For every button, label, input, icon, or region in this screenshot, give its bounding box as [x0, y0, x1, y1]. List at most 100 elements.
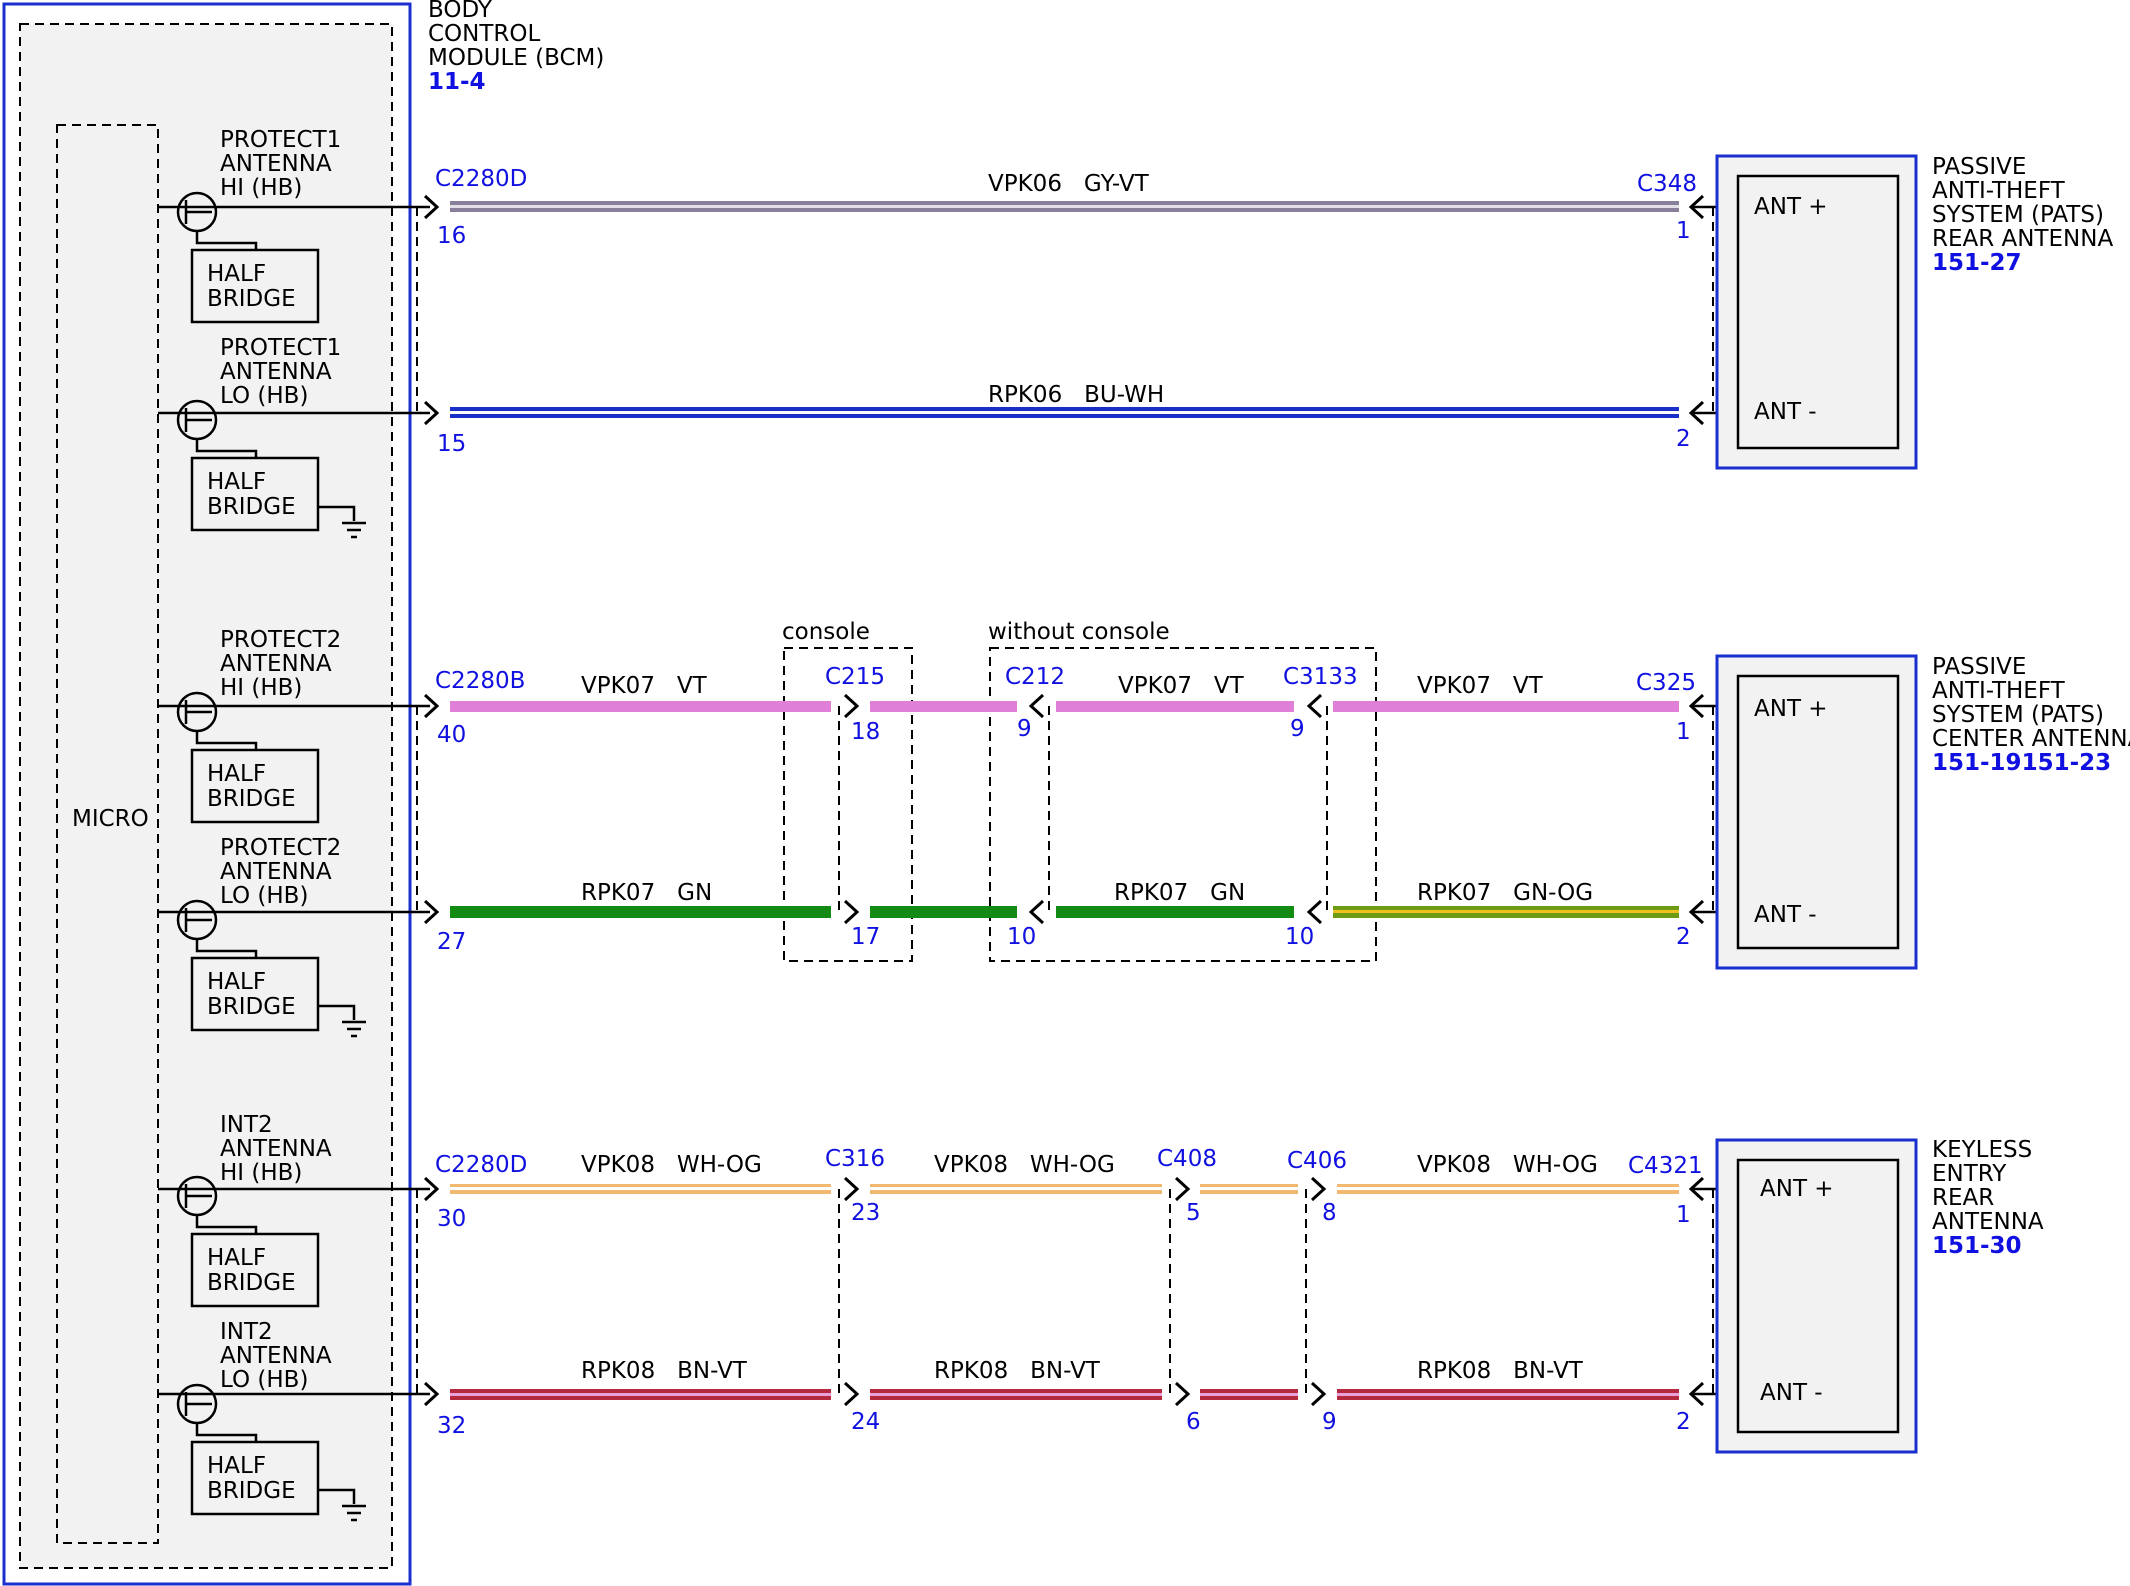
circuit-label: RPK07 GN-OG: [1417, 880, 1593, 906]
half-bridge-label: BRIDGE: [207, 494, 296, 520]
pin-2-label-line-3: LO (HB): [220, 383, 308, 409]
antenna-ref-link[interactable]: 151-19151-23: [1932, 750, 2111, 776]
pin-3-label-line-1: PROTECT2: [220, 627, 341, 653]
antenna-module-pats-rear: ANT + ANT - PASSIVE ANTI-THEFT SYSTEM (P…: [1715, 154, 2113, 470]
circuit-label: RPK07 GN: [1114, 880, 1245, 906]
connector-c2280b: C2280B: [435, 668, 525, 694]
connector-right-icon: [1310, 1381, 1327, 1407]
connector-c406: C406: [1287, 1148, 1347, 1174]
connector-right-icon: [1310, 1176, 1327, 1202]
bcm-title-line-3: MODULE (BCM): [428, 45, 604, 71]
pin-5-label-line-1: INT2: [220, 1112, 273, 1138]
pin-number: 1: [1676, 1202, 1691, 1228]
antenna-title-line: ANTI-THEFT: [1932, 678, 2066, 704]
circuit-label: VPK07 VT: [581, 673, 708, 699]
connector-right-icon: [1174, 1381, 1191, 1407]
connector-right-icon: [843, 899, 860, 925]
wiring-diagram: MICRO BODY CONTROL MODULE (BCM) 11-4 PRO…: [2, 0, 2130, 1586]
pin-number: 9: [1017, 716, 1032, 742]
circuit-label: VPK06 GY-VT: [988, 171, 1150, 197]
half-bridge-label: BRIDGE: [207, 1270, 296, 1296]
half-bridge-label: HALF: [207, 761, 266, 787]
connector-c316: C316: [825, 1146, 885, 1172]
pin-number: 9: [1322, 1409, 1337, 1435]
circuit-label: VPK08 WH-OG: [1417, 1152, 1598, 1178]
half-bridge-label: BRIDGE: [207, 994, 296, 1020]
pin-3-label-line-2: ANTENNA: [220, 651, 332, 677]
connector-symbols: [423, 194, 1705, 1407]
pin-number: 1: [1676, 719, 1691, 745]
pin-number: 8: [1322, 1200, 1337, 1226]
bcm-inner-area: [19, 23, 393, 1569]
ant-plus-label: ANT +: [1754, 194, 1828, 220]
pin-number: 1: [1676, 218, 1691, 244]
pin-6-label-line-3: LO (HB): [220, 1367, 308, 1393]
pin-1-label-line-1: PROTECT1: [220, 127, 341, 153]
circuit-labels: VPK06 GY-VT RPK06 BU-WH VPK07 VT VPK07 V…: [581, 171, 1598, 1384]
circuit-label: VPK07 VT: [1417, 673, 1544, 699]
pin-number: 2: [1676, 924, 1691, 950]
pin-1-label-line-2: ANTENNA: [220, 151, 332, 177]
antenna-module-pats-center: ANT + ANT - PASSIVE ANTI-THEFT SYSTEM (P…: [1715, 654, 2130, 970]
pin-number: 2: [1676, 426, 1691, 452]
antenna-title-line: SYSTEM (PATS): [1932, 202, 2104, 228]
connector-left-icon: [1306, 693, 1323, 719]
without-console-option-label: without console: [988, 619, 1170, 645]
connector-left-icon: [1028, 693, 1045, 719]
pin-4-label-line-3: LO (HB): [220, 883, 308, 909]
wire-vpk07-vt-seg4: [1333, 701, 1679, 712]
connector-c348: C348: [1637, 171, 1697, 197]
pin-number: 10: [1285, 924, 1314, 950]
antenna-title-line: REAR: [1932, 1185, 1994, 1211]
pin-5-label-line-3: HI (HB): [220, 1160, 302, 1186]
pin-number: 18: [851, 719, 880, 745]
circuit-label: VPK08 WH-OG: [934, 1152, 1115, 1178]
circuit-label: RPK08 BN-VT: [581, 1358, 748, 1384]
bcm-title-line-2: CONTROL: [428, 21, 541, 47]
circuit-label: RPK07 GN: [581, 880, 712, 906]
antenna-ref-link[interactable]: 151-27: [1932, 250, 2022, 276]
antenna-title-line: ANTI-THEFT: [1932, 178, 2066, 204]
antenna-title-line: PASSIVE: [1932, 654, 2026, 680]
pin-4-label-line-2: ANTENNA: [220, 859, 332, 885]
connector-left-icon: [1306, 899, 1323, 925]
connector-right-icon: [843, 1176, 860, 1202]
antenna-title-line: ANTENNA: [1932, 1209, 2044, 1235]
wire-vpk07-vt-seg3: [1056, 701, 1294, 712]
connector-c2280d-a: C2280D: [435, 166, 527, 192]
half-bridge-label: BRIDGE: [207, 786, 296, 812]
bcm-ref-link[interactable]: 11-4: [428, 69, 486, 95]
connector-c212: C212: [1005, 664, 1065, 690]
connector-c2280d-b: C2280D: [435, 1152, 527, 1178]
pin-number: 10: [1007, 924, 1036, 950]
connector-right-icon: [843, 1381, 860, 1407]
antenna-ref-link[interactable]: 151-30: [1932, 1233, 2022, 1259]
pin-number: 6: [1186, 1409, 1201, 1435]
connector-c325: C325: [1636, 670, 1696, 696]
pin-6-label-line-2: ANTENNA: [220, 1343, 332, 1369]
antenna-title-line: SYSTEM (PATS): [1932, 702, 2104, 728]
pin-4-label-line-1: PROTECT2: [220, 835, 341, 861]
pin-1-label-line-3: HI (HB): [220, 175, 302, 201]
antenna-title-line: KEYLESS: [1932, 1137, 2032, 1163]
pin-number: 27: [437, 929, 466, 955]
half-bridge-label: HALF: [207, 261, 266, 287]
circuit-label: RPK08 BN-VT: [934, 1358, 1101, 1384]
wire-vpk07-vt-seg2: [870, 701, 1017, 712]
antenna-title-line: REAR ANTENNA: [1932, 226, 2113, 252]
circuit-label: RPK06 BU-WH: [988, 382, 1164, 408]
connector-left-icon: [1028, 899, 1045, 925]
pin-number: 40: [437, 722, 466, 748]
connector-right-icon: [1174, 1176, 1191, 1202]
connector-c408: C408: [1157, 1146, 1217, 1172]
ant-plus-label: ANT +: [1760, 1176, 1834, 1202]
wire-rpk07-gn-seg1: [450, 906, 831, 918]
antenna-title-line: PASSIVE: [1932, 154, 2026, 180]
circuit-label: RPK08 BN-VT: [1417, 1358, 1584, 1384]
console-option-label: console: [782, 619, 870, 645]
pin-number: 23: [851, 1200, 880, 1226]
pin-number: 5: [1186, 1200, 1201, 1226]
antenna-title-line: ENTRY: [1932, 1161, 2007, 1187]
pin-2-label-line-1: PROTECT1: [220, 335, 341, 361]
pin-number: 9: [1290, 716, 1305, 742]
